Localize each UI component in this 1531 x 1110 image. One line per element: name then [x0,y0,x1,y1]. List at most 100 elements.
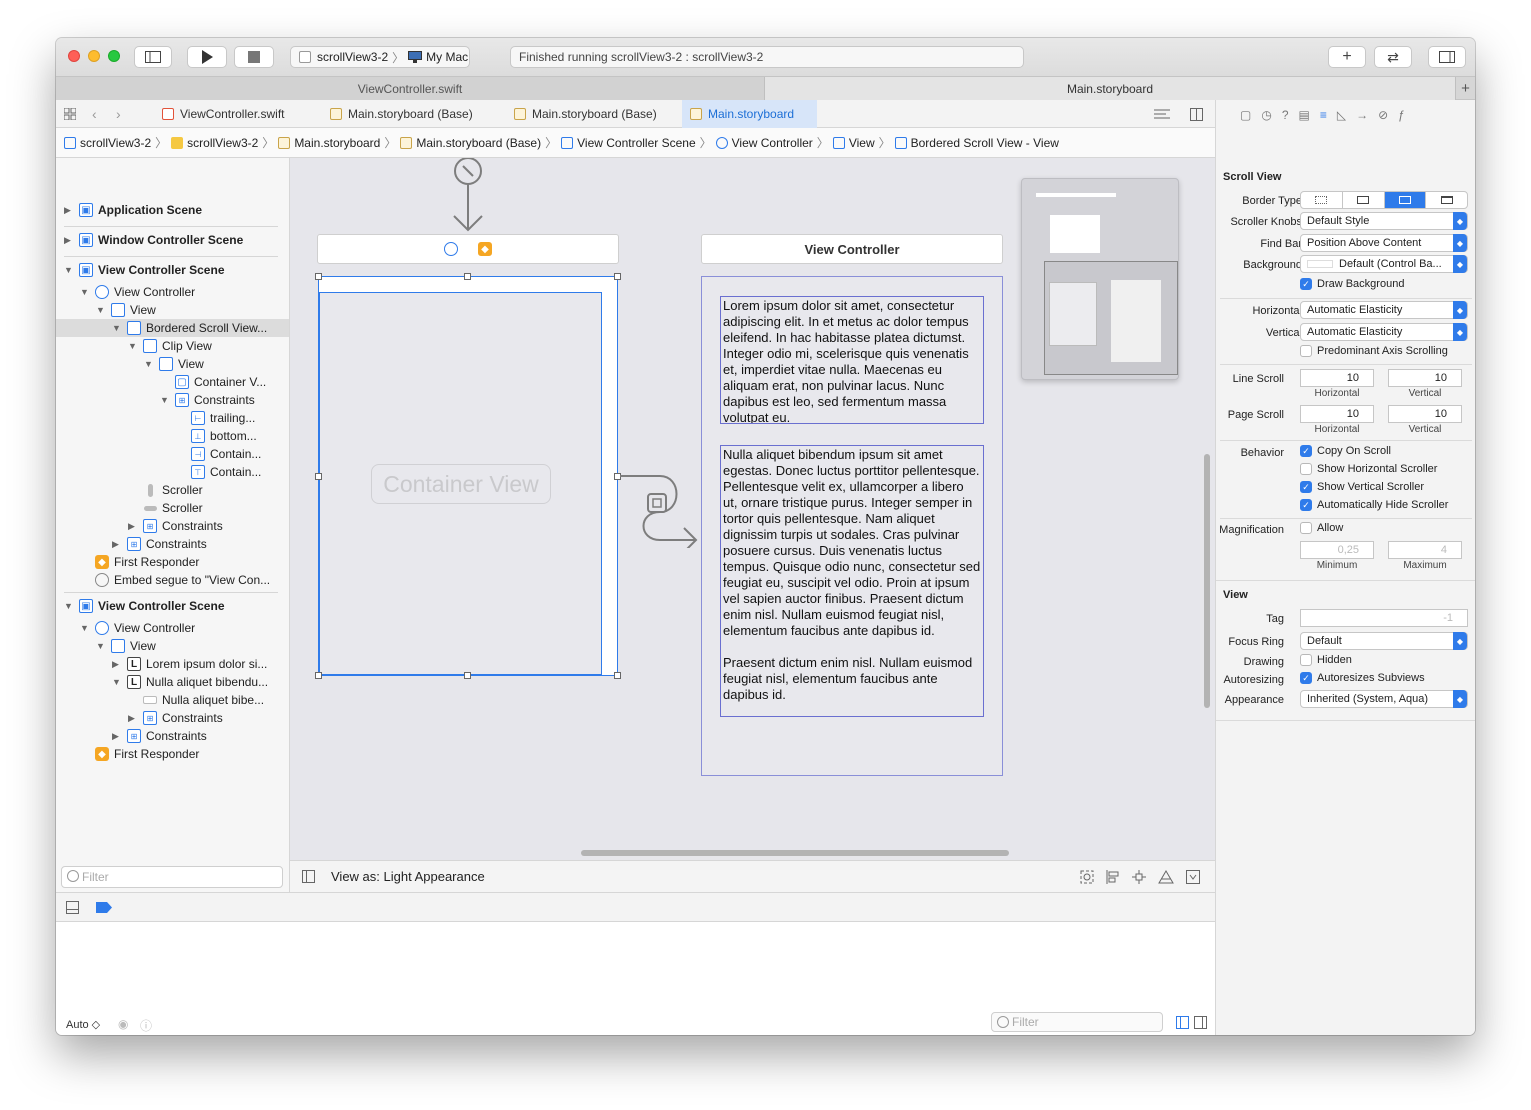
resize-handle[interactable] [464,672,471,679]
editor-tab-storyboard-base-1[interactable]: Main.storyboard (Base) [322,100,492,128]
history-inspector-icon[interactable]: ◷ [1261,108,1271,124]
outline-item-text-nulla[interactable]: Nulla aliquet bibe... [128,691,264,709]
variables-scope-popup[interactable]: Auto ◇ [66,1018,100,1031]
view-controller-title-bar[interactable]: View Controller [701,234,1003,264]
file-inspector-icon[interactable]: ▢ [1240,108,1251,124]
breadcrumb-view-controller[interactable]: View Controller [715,136,813,150]
outline-item-view-controller-scene-1[interactable]: ▼ ▣ View Controller Scene [64,261,225,279]
outline-item-view-controller-scene-2[interactable]: ▼ ▣ View Controller Scene [64,597,225,615]
navigator-toggle-button[interactable] [134,46,172,68]
breadcrumb-view[interactable]: View [832,136,875,150]
vertical-elasticity-popup[interactable]: Automatic Elasticity ◆ [1300,323,1468,341]
outline-item-constraints-3[interactable]: ▶ ⊞ Constraints [112,535,207,553]
outline-item-scroller-horizontal[interactable]: Scroller [128,499,203,517]
back-icon[interactable]: ‹ [92,106,97,122]
scroller-knobs-popup[interactable]: Default Style ◆ [1300,212,1468,230]
disclosure-right-icon[interactable]: ▶ [112,731,122,742]
label-nulla[interactable]: Nulla aliquet bibendum ipsum sit amet eg… [720,445,984,717]
breadcrumb-scroll-view[interactable]: Bordered Scroll View - View [894,136,1059,150]
resize-handle[interactable] [315,273,322,280]
appearance-popup[interactable]: Inherited (System, Aqua) ◆ [1300,690,1468,708]
border-type-segmented-control[interactable] [1300,191,1468,209]
window-tab-storyboard[interactable]: Main.storyboard [765,77,1455,100]
autoresizes-subviews-checkbox[interactable]: ✓ Autoresizes Subviews [1300,672,1425,684]
max-magnification-field[interactable]: 4 [1388,541,1462,559]
disclosure-down-icon[interactable]: ▼ [96,641,106,651]
resize-handle[interactable] [315,473,322,480]
background-color-popup[interactable]: Default (Control Ba... ◆ [1300,255,1468,273]
outline-item-first-responder-2[interactable]: ◆ First Responder [80,745,199,763]
copy-on-scroll-checkbox[interactable]: ✓ Copy On Scroll [1300,445,1391,457]
first-responder-icon[interactable]: ◆ [478,242,492,256]
canvas-horizontal-scroller[interactable] [581,850,1009,856]
split-console-left-icon[interactable] [1176,1016,1189,1029]
label-lorem[interactable]: Lorem ipsum dolor sit amet, consectetur … [720,296,984,424]
code-review-button[interactable]: ⇄ [1374,46,1412,68]
border-none-segment[interactable] [1301,192,1343,208]
resize-handle[interactable] [614,273,621,280]
outline-item-bordered-scroll-view[interactable]: ▼ Bordered Scroll View... [112,319,267,337]
outline-item-first-responder[interactable]: ◆ First Responder [80,553,199,571]
breadcrumb-project[interactable]: scrollView3-2 [64,136,151,150]
outline-item-constraints[interactable]: ▼ ⊞ Constraints [160,391,255,409]
resize-handle[interactable] [315,672,322,679]
focus-ring-popup[interactable]: Default ◆ [1300,632,1468,650]
page-scroll-horizontal-field[interactable]: 10 [1300,405,1374,423]
resolve-issues-icon[interactable] [1158,870,1174,884]
outline-item-constraint-trailing[interactable]: ⊢ trailing... [176,409,255,427]
hide-debug-area-icon[interactable] [66,901,79,914]
disclosure-down-icon[interactable]: ▼ [64,601,74,611]
bindings-inspector-icon[interactable]: ⊘ [1378,108,1388,124]
disclosure-down-icon[interactable]: ▼ [160,395,170,405]
disclosure-right-icon[interactable]: ▶ [128,521,138,532]
disclosure-down-icon[interactable]: ▼ [144,359,154,369]
outline-item-window-controller-scene[interactable]: ▶ ▣ Window Controller Scene [64,231,243,249]
outline-filter-input[interactable]: Filter [61,866,283,888]
show-vertical-scroller-checkbox[interactable]: ✓ Show Vertical Scroller [1300,481,1424,493]
outline-item-clip-view[interactable]: ▼ Clip View [128,337,212,355]
disclosure-down-icon[interactable]: ▼ [112,677,122,687]
scheme-selector[interactable]: scrollView3-2 〉 My Mac [290,46,470,68]
resize-handle[interactable] [464,273,471,280]
outline-item-label-lorem[interactable]: ▶ L Lorem ipsum dolor si... [112,655,267,673]
disclosure-right-icon[interactable]: ▶ [64,235,74,246]
breadcrumb-scene[interactable]: View Controller Scene [561,136,696,150]
outline-item-container-view[interactable]: ▢ Container V... [160,373,266,391]
breakpoint-icon[interactable] [96,902,112,913]
breadcrumb-storyboard-base[interactable]: Main.storyboard (Base) [400,136,541,150]
page-scroll-vertical-field[interactable]: 10 [1388,405,1462,423]
split-editor-icon[interactable] [1190,108,1203,121]
size-inspector-icon[interactable]: ◺ [1337,108,1346,124]
align-icon[interactable] [1106,870,1120,884]
outline-item-view-controller-2[interactable]: ▼ View Controller [80,619,195,637]
disclosure-right-icon[interactable]: ▶ [64,205,74,216]
disclosure-right-icon[interactable]: ▶ [128,713,138,724]
close-window-button[interactable] [68,50,80,62]
attributes-inspector-icon[interactable]: ≡ [1320,108,1327,124]
eye-icon[interactable]: ◉ [118,1017,128,1031]
disclosure-down-icon[interactable]: ▼ [64,265,74,275]
editor-options-icon[interactable] [1154,109,1170,120]
border-bezel-segment[interactable] [1384,192,1427,208]
outline-item-constraint-contain-2[interactable]: ⊤ Contain... [176,463,261,481]
line-scroll-vertical-field[interactable]: 10 [1388,369,1462,387]
disclosure-right-icon[interactable]: ▶ [112,659,122,670]
outline-item-view-controller[interactable]: ▼ View Controller [80,283,195,301]
disclosure-down-icon[interactable]: ▼ [112,323,122,333]
debug-console[interactable]: Auto ◇ ◉ ⓘ Filter [56,922,1215,1035]
console-filter-input[interactable]: Filter [991,1012,1163,1032]
outline-item-label-nulla[interactable]: ▼ L Nulla aliquet bibendu... [112,673,268,691]
forward-icon[interactable]: › [116,106,121,122]
border-groove-segment[interactable] [1426,192,1467,208]
update-frames-icon[interactable] [1080,870,1094,884]
disclosure-right-icon[interactable]: ▶ [112,539,122,550]
outline-item-scroller-vertical[interactable]: Scroller [128,481,203,499]
related-items-icon[interactable] [64,108,76,120]
outline-item-constraints-2[interactable]: ▶ ⊞ Constraints [128,517,223,535]
container-view[interactable]: Container View [371,464,551,504]
view-controller-icon[interactable] [444,242,458,256]
border-line-segment[interactable] [1343,192,1385,208]
canvas-minimap[interactable] [1021,178,1179,380]
outline-item-embed-segue[interactable]: Embed segue to "View Con... [80,571,270,589]
scene-dock[interactable]: ◆ [317,234,619,264]
